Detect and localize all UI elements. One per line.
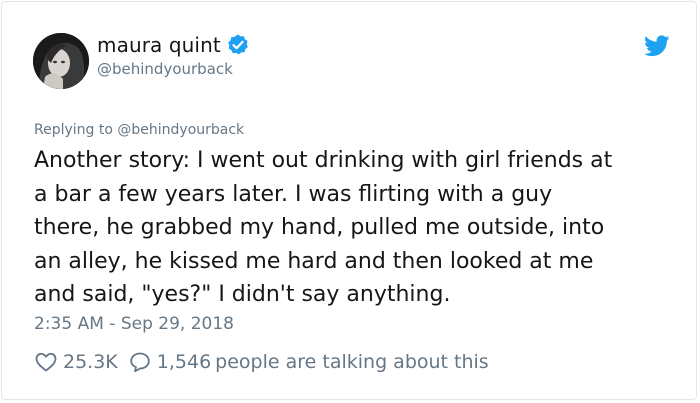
- twitter-bird-icon[interactable]: [644, 35, 670, 59]
- replying-to-line: Replying to @behindyourback: [34, 122, 244, 138]
- author-display-name[interactable]: maura quint: [97, 33, 221, 57]
- tweet-timestamp[interactable]: 2:35 AM - Sep 29, 2018: [34, 314, 234, 334]
- tweet-card: maura quint @behindyourback Replying to …: [1, 1, 697, 400]
- tweet-text: Another story: I went out drinking with …: [34, 148, 613, 307]
- replying-to-prefix: Replying to: [34, 122, 118, 138]
- like-count[interactable]: 25.3K: [63, 351, 118, 373]
- talking-count[interactable]: 1,546: [157, 351, 211, 373]
- author-handle[interactable]: @behindyourback: [97, 60, 233, 78]
- replying-to-mention[interactable]: @behindyourback: [117, 122, 244, 138]
- avatar[interactable]: [33, 33, 89, 89]
- speech-bubble-icon[interactable]: [128, 350, 152, 374]
- avatar-image: [33, 33, 89, 89]
- engagement-bar: 25.3K 1,546 people are talking about thi…: [34, 348, 489, 376]
- heart-icon[interactable]: [34, 350, 58, 374]
- author-name-row[interactable]: maura quint: [97, 32, 250, 58]
- verified-badge-icon: [226, 33, 250, 57]
- talking-label[interactable]: people are talking about this: [215, 351, 489, 373]
